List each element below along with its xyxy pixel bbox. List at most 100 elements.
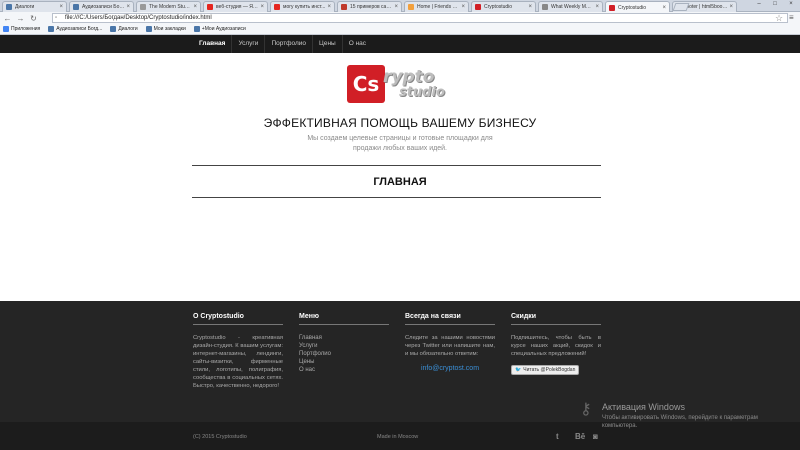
logo[interactable]: Cs rypto studio <box>347 65 457 105</box>
footer-menu-link[interactable]: О нас <box>299 366 389 374</box>
new-tab-button[interactable] <box>672 3 690 11</box>
close-window-icon[interactable]: × <box>784 1 798 7</box>
footer-menu-link[interactable]: Портфолио <box>299 350 389 358</box>
tab-favicon-icon <box>542 4 548 10</box>
bookmark-item[interactable]: +Мои Аудиозаписи <box>193 26 246 32</box>
bookmark-item[interactable]: Диалоги <box>110 26 138 32</box>
copyright: (C) 2015 Cryptostudio <box>193 434 247 440</box>
tab-favicon-icon <box>73 4 79 10</box>
footer-contact-title: Всегда на связи <box>405 313 461 320</box>
hero-subtitle: Мы создаем целевые страницы и готовые пл… <box>307 135 493 152</box>
tab-close-icon[interactable]: × <box>461 4 465 10</box>
bookmark-label: Аудиозаписи Богд... <box>56 26 103 32</box>
section-title: ГЛАВНАЯ <box>373 176 427 188</box>
footer-discounts: Скидки Подпишитесь, чтобы быть в курсе н… <box>511 313 601 376</box>
bookmark-star-icon[interactable]: ☆ <box>775 13 783 23</box>
logo-word-studio: studio <box>399 85 445 100</box>
footer-email-link[interactable]: info@cryptost.com <box>405 365 495 372</box>
tab-close-icon[interactable]: × <box>528 4 532 10</box>
windows-activation-text: Чтобы активировать Windows, перейдите к … <box>602 415 758 429</box>
browser-tab[interactable]: 15 примеров сайто...× <box>337 1 402 12</box>
made-in: Made in Moscow <box>377 434 419 440</box>
tab-label: Аудиозаписи Богда... <box>82 4 124 10</box>
bookmark-icon <box>145 26 152 32</box>
browser-tab[interactable]: могу купить инст... × <box>270 1 335 12</box>
footer-about-title: О Cryptostudio <box>193 313 244 320</box>
logo-word-crypto: rypto <box>383 67 435 87</box>
browser-tab[interactable]: Аудиозаписи Богда...× <box>69 1 134 12</box>
browser-tab[interactable]: Cryptostudio × <box>471 1 536 12</box>
back-icon[interactable]: ← <box>2 13 13 24</box>
bookmark-icon <box>193 26 200 32</box>
divider <box>299 324 389 325</box>
bookmark-icon <box>48 26 55 32</box>
browser-tab[interactable]: What Weekly Mag... × <box>538 1 603 12</box>
nav-item[interactable]: Услуги <box>231 35 264 53</box>
instagram-icon[interactable]: ◙ <box>593 432 598 441</box>
twitter-icon[interactable]: t <box>556 432 559 441</box>
address-bar[interactable]: file:///C:/Users/Богдан/Desktop/Cryptost… <box>52 13 788 23</box>
tab-close-icon[interactable]: × <box>59 4 63 10</box>
tab-favicon-icon <box>408 4 414 10</box>
tab-close-icon[interactable]: × <box>394 4 398 10</box>
nav-item[interactable]: Портфолио <box>264 35 312 53</box>
footer-contact: Всегда на связи Следите за нашими новост… <box>405 313 495 372</box>
footer-menu-title: Меню <box>299 313 319 320</box>
hero-title: ЭФФЕКТИВНАЯ ПОМОЩЬ ВАШЕМУ БИЗНЕСУ <box>263 116 537 130</box>
tab-close-icon[interactable]: × <box>193 4 197 10</box>
tab-favicon-icon <box>274 4 280 10</box>
divider <box>405 324 495 325</box>
windows-activation-title: Активация Windows <box>602 402 685 412</box>
bookmark-item[interactable]: Аудиозаписи Богд... <box>48 26 102 32</box>
bookmark-icon <box>110 26 117 32</box>
tab-label: The Modern Studi... <box>149 4 192 10</box>
footer-contact-text: Следите за нашими новостями через Twitte… <box>405 335 495 357</box>
tab-favicon-icon <box>341 4 347 10</box>
reload-icon[interactable]: ↻ <box>28 13 39 24</box>
tab-label: могу купить инст... <box>283 4 326 10</box>
key-icon: ⚷ <box>580 401 592 418</box>
footer-menu-link[interactable]: Цены <box>299 358 389 366</box>
nav-item[interactable]: О нас <box>341 35 372 53</box>
footer-menu: Меню Главная Услуги Портфолио Цены О нас <box>299 313 389 374</box>
tab-favicon-icon <box>475 4 481 10</box>
bookmark-item[interactable]: Мои закладки <box>145 26 186 32</box>
tab-favicon-icon <box>140 4 146 10</box>
tab-close-icon[interactable]: × <box>327 4 331 10</box>
tab-close-icon[interactable]: × <box>126 4 130 10</box>
tab-label: Home | Friends of ... <box>417 4 460 10</box>
tab-label: What Weekly Mag... <box>551 4 594 10</box>
footer-menu-link[interactable]: Услуги <box>299 342 389 350</box>
divider <box>193 324 283 325</box>
tab-close-icon[interactable]: × <box>595 4 599 10</box>
browser-tab[interactable]: Home | Friends of ... × <box>404 1 469 12</box>
nav-item[interactable]: Главная <box>193 35 231 53</box>
tab-label: Cryptostudio <box>484 4 513 10</box>
tab-close-icon[interactable]: × <box>662 5 666 11</box>
minimize-icon[interactable]: – <box>752 1 766 7</box>
browser-tab[interactable]: Диалоги × <box>2 1 67 12</box>
site-nav: Главная Услуги Портфолио Цены О нас <box>0 35 800 53</box>
tab-label: footer | html5book... <box>685 4 728 10</box>
divider-top <box>192 165 601 166</box>
maximize-icon[interactable]: □ <box>768 1 782 7</box>
behance-icon[interactable]: Bē <box>575 432 585 441</box>
twitter-follow-label: Читать @PolekBogdan <box>523 367 576 373</box>
twitter-follow-button[interactable]: 🐦 Читать @PolekBogdan <box>511 365 580 375</box>
forward-icon[interactable]: → <box>15 13 26 24</box>
footer-about-text: Cryptostudio - креативная дизайн-студия.… <box>193 335 283 389</box>
nav-item[interactable]: Цены <box>312 35 342 53</box>
tab-close-icon[interactable]: × <box>729 4 733 10</box>
browser-tab[interactable]: The Modern Studi... × <box>136 1 201 12</box>
tab-favicon-icon <box>207 4 213 10</box>
browser-menu-icon[interactable]: ≡ <box>789 13 794 23</box>
bookmark-item[interactable]: Приложения <box>3 26 40 32</box>
bookmark-label: Мои закладки <box>153 26 186 32</box>
footer-menu-link[interactable]: Главная <box>299 334 389 342</box>
tab-close-icon[interactable]: × <box>260 4 264 10</box>
browser-tab[interactable]: веб-студия — Янд... × <box>203 1 268 12</box>
twitter-bird-icon: 🐦 <box>515 367 522 373</box>
bookmark-label: Приложения <box>11 26 41 32</box>
tab-label: Диалоги <box>15 4 35 10</box>
bookmark-label: +Мои Аудиозаписи <box>201 26 246 32</box>
